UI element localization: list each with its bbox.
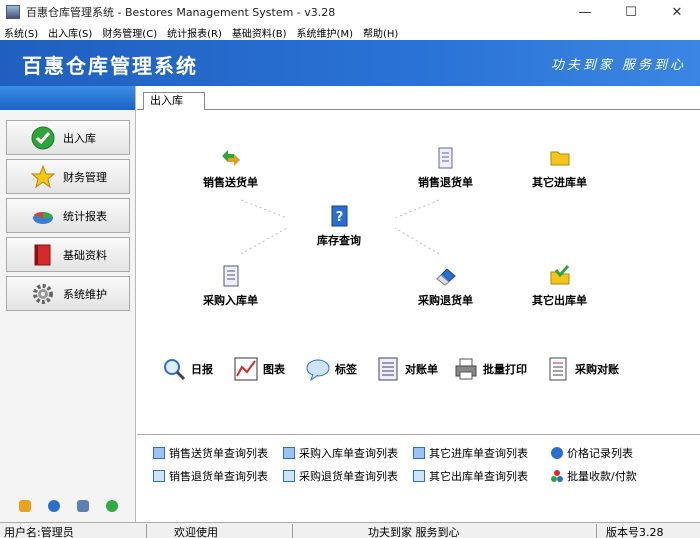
status-welcome: 欢迎使用 — [174, 526, 218, 538]
other-out-list-link[interactable]: 其它出库单查询列表 — [413, 468, 528, 484]
printer-icon — [453, 356, 479, 382]
label-button[interactable]: 标签 — [305, 356, 357, 382]
maximize-button[interactable]: ☐ — [608, 0, 654, 24]
sidebar-item-label: 出入库 — [63, 131, 96, 145]
magnifier-icon — [161, 356, 187, 382]
book-icon — [31, 243, 55, 267]
sales-return-list-link[interactable]: 销售退货单查询列表 — [153, 468, 268, 484]
menu-finance[interactable]: 财务管理(C) — [102, 25, 157, 40]
app-icon — [6, 5, 20, 19]
document-list-icon — [153, 470, 165, 482]
gear-icon — [31, 282, 55, 306]
sales-delivery-node[interactable]: 销售送货单 — [203, 146, 258, 190]
sales-return-node[interactable]: 销售退货单 — [418, 146, 473, 190]
purchase-return-label: 采购退货单 — [418, 294, 473, 307]
status-version: 版本号3.28 — [606, 526, 664, 538]
menu-help[interactable]: 帮助(H) — [363, 25, 398, 40]
menu-inout[interactable]: 出入库(S) — [48, 25, 92, 40]
list-document-icon — [545, 356, 571, 382]
other-in-node[interactable]: 其它进库单 — [532, 146, 587, 190]
scroll-icon — [434, 146, 458, 170]
colored-dots-icon — [551, 470, 563, 482]
star-icon — [31, 164, 55, 189]
close-button[interactable]: ✕ — [654, 0, 700, 24]
inventory-query-node[interactable]: ? 库存查询 — [317, 204, 361, 248]
clock-icon[interactable] — [47, 500, 60, 512]
purchase-in-list-link[interactable]: 采购入库单查询列表 — [283, 445, 398, 461]
sales-return-label: 销售退货单 — [418, 176, 473, 189]
drop-icon — [551, 447, 563, 459]
purchase-in-label: 采购入库单 — [203, 294, 258, 307]
folder-icon — [548, 146, 572, 170]
app-name: 百惠仓库管理系统 — [22, 54, 198, 78]
refresh-icon[interactable] — [105, 500, 118, 512]
status-slogan: 功夫到家 服务到心 — [368, 526, 460, 538]
sidebar-item-basic-data[interactable]: 基础资料 — [6, 237, 130, 272]
other-out-node[interactable]: 其它出库单 — [532, 264, 587, 308]
document-icon — [219, 264, 243, 288]
ledger-icon — [375, 356, 401, 382]
document-list-icon — [283, 470, 295, 482]
menu-basic-data[interactable]: 基础资料(B) — [232, 25, 287, 40]
price-record-list-link[interactable]: 价格记录列表 — [551, 445, 633, 461]
statement-button[interactable]: 对账单 — [375, 356, 438, 382]
sidebar-item-label: 基础资料 — [63, 248, 107, 262]
pie-chart-icon — [31, 204, 55, 228]
check-icon — [31, 126, 55, 150]
other-out-label: 其它出库单 — [532, 294, 587, 307]
sidebar: 出入库 财务管理 统计报表 基础资料 系统维护 — [0, 86, 136, 522]
recycle-arrows-icon — [219, 146, 243, 170]
speech-bubble-icon — [305, 356, 331, 382]
line-chart-icon — [233, 356, 259, 382]
menu-system[interactable]: 系统(S) — [4, 25, 38, 40]
chart-button[interactable]: 图表 — [233, 356, 285, 382]
sidebar-item-finance[interactable]: 财务管理 — [6, 159, 130, 194]
daily-report-button[interactable]: 日报 — [161, 356, 213, 382]
main-panel: 出入库 销售送货单 销售退货单 其它进库单 ? 库存查询 采购入库单 采购退货单… — [137, 86, 700, 522]
other-in-label: 其它进库单 — [532, 176, 587, 189]
sales-delivery-list-link[interactable]: 销售送货单查询列表 — [153, 445, 268, 461]
sidebar-item-label: 系统维护 — [63, 287, 107, 301]
batch-payment-link[interactable]: 批量收款/付款 — [551, 468, 637, 484]
menu-bar: 系统(S) 出入库(S) 财务管理(C) 统计报表(R) 基础资料(B) 系统维… — [0, 24, 700, 40]
other-in-list-link[interactable]: 其它进库单查询列表 — [413, 445, 528, 461]
banner-slogan: 功夫到家 服务到心 — [550, 58, 686, 73]
list-icon — [283, 447, 295, 459]
note-icon[interactable] — [18, 500, 31, 512]
purchase-return-list-link[interactable]: 采购退货单查询列表 — [283, 468, 398, 484]
sidebar-item-inout[interactable]: 出入库 — [6, 120, 130, 155]
eraser-icon — [434, 264, 458, 288]
window-title: 百惠仓库管理系统 - Bestores Management System - … — [26, 6, 336, 19]
purchase-in-node[interactable]: 采购入库单 — [203, 264, 258, 308]
help-book-icon: ? — [327, 204, 351, 228]
document-list-icon — [413, 470, 425, 482]
status-user: 用户名:管理员 — [4, 526, 74, 538]
sidebar-shortcuts — [0, 500, 136, 512]
menu-maintenance[interactable]: 系统维护(M) — [297, 25, 353, 40]
status-bar: 用户名:管理员 欢迎使用 功夫到家 服务到心 版本号3.28 — [0, 522, 700, 538]
sidebar-item-label: 财务管理 — [63, 170, 107, 184]
list-icon — [153, 447, 165, 459]
sidebar-header — [0, 86, 135, 110]
minimize-button[interactable]: — — [562, 0, 608, 24]
sidebar-item-reports[interactable]: 统计报表 — [6, 198, 130, 233]
title-bar: 百惠仓库管理系统 - Bestores Management System - … — [0, 0, 700, 24]
list-icon — [413, 447, 425, 459]
folder-check-icon — [548, 264, 572, 288]
menu-reports[interactable]: 统计报表(R) — [167, 25, 222, 40]
sidebar-item-maintenance[interactable]: 系统维护 — [6, 276, 130, 311]
banner: 百惠仓库管理系统 功夫到家 服务到心 — [0, 40, 700, 86]
purchase-reconcile-button[interactable]: 采购对账 — [545, 356, 619, 382]
batch-print-button[interactable]: 批量打印 — [453, 356, 527, 382]
svg-text:?: ? — [336, 210, 344, 225]
sidebar-item-label: 统计报表 — [63, 209, 107, 223]
search-icon[interactable] — [76, 500, 89, 512]
sales-delivery-label: 销售送货单 — [203, 176, 258, 189]
inventory-query-label: 库存查询 — [317, 234, 361, 247]
query-links-panel: 销售送货单查询列表 采购入库单查询列表 其它进库单查询列表 价格记录列表 销售退… — [137, 434, 700, 522]
purchase-return-node[interactable]: 采购退货单 — [418, 264, 473, 308]
